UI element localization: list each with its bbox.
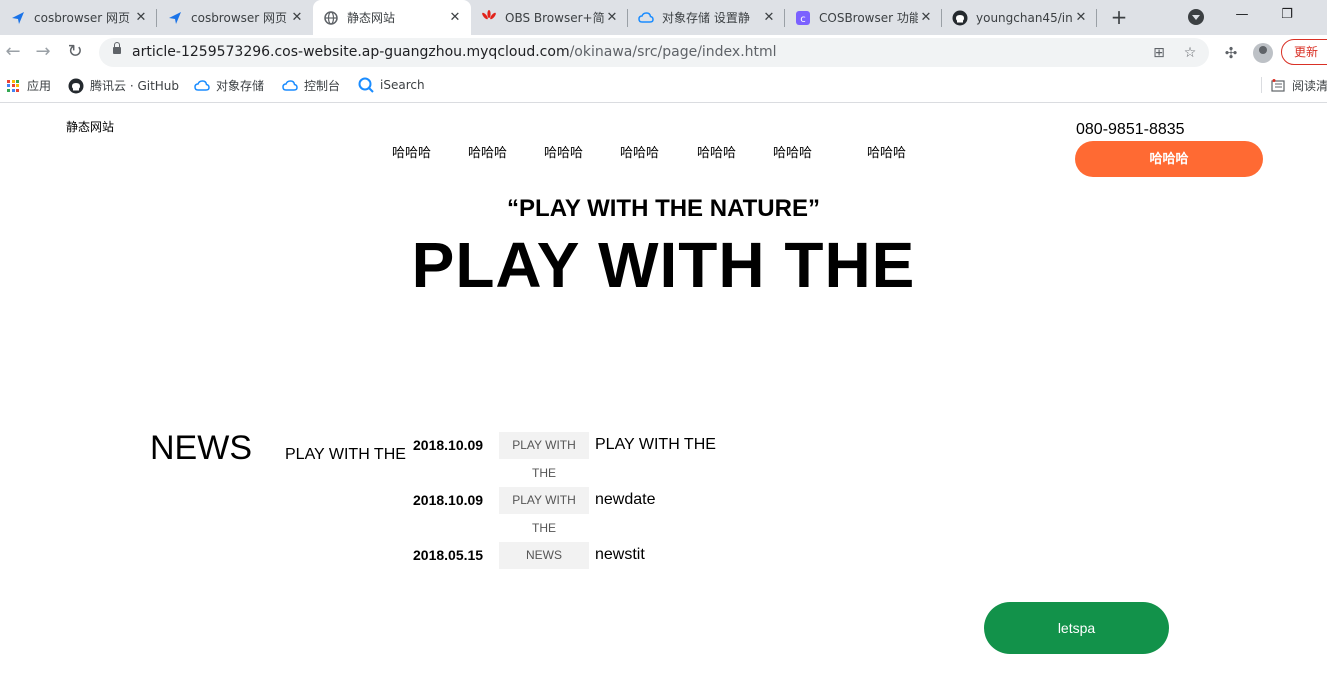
isearch-icon [358,77,374,93]
globe-icon [323,10,339,26]
lock-icon [113,42,121,54]
cos-square-icon: c [795,10,811,26]
close-icon[interactable]: ✕ [918,10,934,25]
nav-link[interactable]: 哈哈哈 [620,142,659,161]
cos-arrow-icon [167,10,183,26]
news-subheading: PLAY WITH THE [285,446,406,463]
svg-text:c: c [800,14,806,25]
tab-title: 静态网站 [347,11,396,25]
nav-link[interactable]: 哈哈哈 [697,142,736,161]
url-path: /okinawa/src/page/index.html [569,44,777,60]
new-tab-button[interactable]: + [1108,6,1130,28]
browser-toolbar: ← → ↻ article-1259573296.cos-website.ap-… [0,35,1327,69]
github-icon [68,78,84,94]
minimize-icon[interactable]: — [1230,5,1254,25]
news-tag-cont: THE [532,466,556,480]
huawei-icon [481,9,497,26]
reading-list[interactable]: 阅读清 [1270,77,1327,94]
github-icon [952,10,968,26]
apps-grid-icon [5,78,21,94]
bookmarks-divider [1261,77,1262,93]
tab-title: youngchan45/in [976,10,1073,25]
close-icon[interactable]: ✕ [133,10,149,25]
browser-tab[interactable]: OBS Browser+简 ✕ [471,0,628,35]
browser-tab[interactable]: cosbrowser 网页 ✕ [157,0,313,35]
hero-tagline: “PLAY WITH THE NATURE” [507,195,820,222]
tab-title: 对象存储 设置静 [662,11,750,25]
tab-title: OBS Browser+简 [505,11,604,25]
news-heading: NEWS [150,429,252,467]
url-host: article-1259573296.cos-website.ap-guangz… [132,44,570,60]
news-date: 2018.10.09 [413,492,484,508]
bookmark-label: 腾讯云 · GitHub [90,79,180,93]
news-tag: PLAY WITH [499,487,589,514]
extensions-puzzle-icon[interactable]: ✣ [1221,43,1241,63]
forward-arrow-icon[interactable]: → [31,40,55,64]
profile-avatar-icon[interactable] [1253,43,1273,63]
news-tag: NEWS [499,542,589,569]
news-tag: PLAY WITH [499,432,589,459]
tab-title: COSBrowser 功能 [819,11,918,25]
reload-icon[interactable]: ↻ [63,40,87,64]
star-icon[interactable]: ☆ [1181,44,1199,62]
nav-link[interactable]: 哈哈哈 [544,142,583,161]
bookmark-label: 控制台 [304,79,341,93]
bookmark-label: 对象存储 [216,79,265,93]
browser-tab[interactable]: c COSBrowser 功能 ✕ [785,0,942,35]
news-tag-cont: THE [532,521,556,535]
cos-arrow-icon [10,10,26,26]
bookmark-github[interactable]: 腾讯云 · GitHub [68,77,179,94]
browser-tab[interactable]: cosbrowser 网页 ✕ [0,0,157,35]
tab-strip: cosbrowser 网页 ✕ cosbrowser 网页 ✕ 静态网站 ✕ O… [0,0,1327,35]
back-arrow-icon[interactable]: ← [1,40,25,64]
tab-search-icon[interactable] [1188,9,1204,25]
address-bar[interactable]: article-1259573296.cos-website.ap-guangz… [99,38,1209,67]
update-button[interactable]: 更新 [1281,39,1327,65]
reading-list-label: 阅读清 [1292,79,1327,93]
close-icon[interactable]: ✕ [604,10,620,25]
restore-icon[interactable]: ❐ [1275,5,1299,25]
letspa-button[interactable]: letspa [984,602,1169,654]
url-text[interactable]: article-1259573296.cos-website.ap-guangz… [132,44,777,60]
bookmark-isearch[interactable]: iSearch [358,77,425,93]
close-icon[interactable]: ✕ [289,10,305,25]
close-icon[interactable]: ✕ [1073,10,1089,25]
bookmark-console[interactable]: 控制台 [282,77,340,94]
web-page: 静态网站 哈哈哈 哈哈哈 哈哈哈 哈哈哈 哈哈哈 哈哈哈 哈哈哈 080-985… [0,103,1327,674]
bookmarks-bar: 应用 腾讯云 · GitHub 对象存储 控制台 iSearch 阅读清 [0,69,1327,103]
nav-link[interactable]: 哈哈哈 [773,142,812,161]
nav-link[interactable]: 哈哈哈 [867,142,906,161]
browser-tab[interactable]: 对象存储 设置静 ✕ [628,0,785,35]
cloud-icon [638,10,654,26]
news-title[interactable]: PLAY WITH THE [595,436,716,454]
news-title[interactable]: newstit [595,546,645,564]
reading-list-icon [1270,78,1286,94]
tab-title: cosbrowser 网页 [191,11,288,25]
news-date: 2018.10.09 [413,437,484,453]
browser-tab[interactable]: youngchan45/in ✕ [942,0,1097,35]
tab-title: cosbrowser 网页 [34,11,131,25]
news-title[interactable]: newdate [595,491,656,509]
hero-title: PLAY WITH THE [411,229,916,301]
browser-tab-active[interactable]: 静态网站 ✕ [313,0,471,35]
phone-number: 080-9851-8835 [1076,121,1185,138]
bookmark-apps[interactable]: 应用 [5,77,51,94]
site-logo[interactable]: 静态网站 [66,118,114,135]
close-icon[interactable]: ✕ [761,10,777,25]
close-icon[interactable]: ✕ [447,10,463,25]
bookmark-label: 应用 [27,79,52,93]
cloud-icon [194,78,210,94]
news-date: 2018.05.15 [413,547,484,563]
bookmark-object-storage[interactable]: 对象存储 [194,77,264,94]
bookmark-label: iSearch [380,78,425,92]
nav-link[interactable]: 哈哈哈 [468,142,507,161]
cloud-icon [282,78,298,94]
cta-button[interactable]: 哈哈哈 [1075,141,1263,177]
tab-divider [1096,9,1097,27]
nav-link[interactable]: 哈哈哈 [392,142,431,161]
translate-icon[interactable]: ⊞ [1150,44,1168,62]
